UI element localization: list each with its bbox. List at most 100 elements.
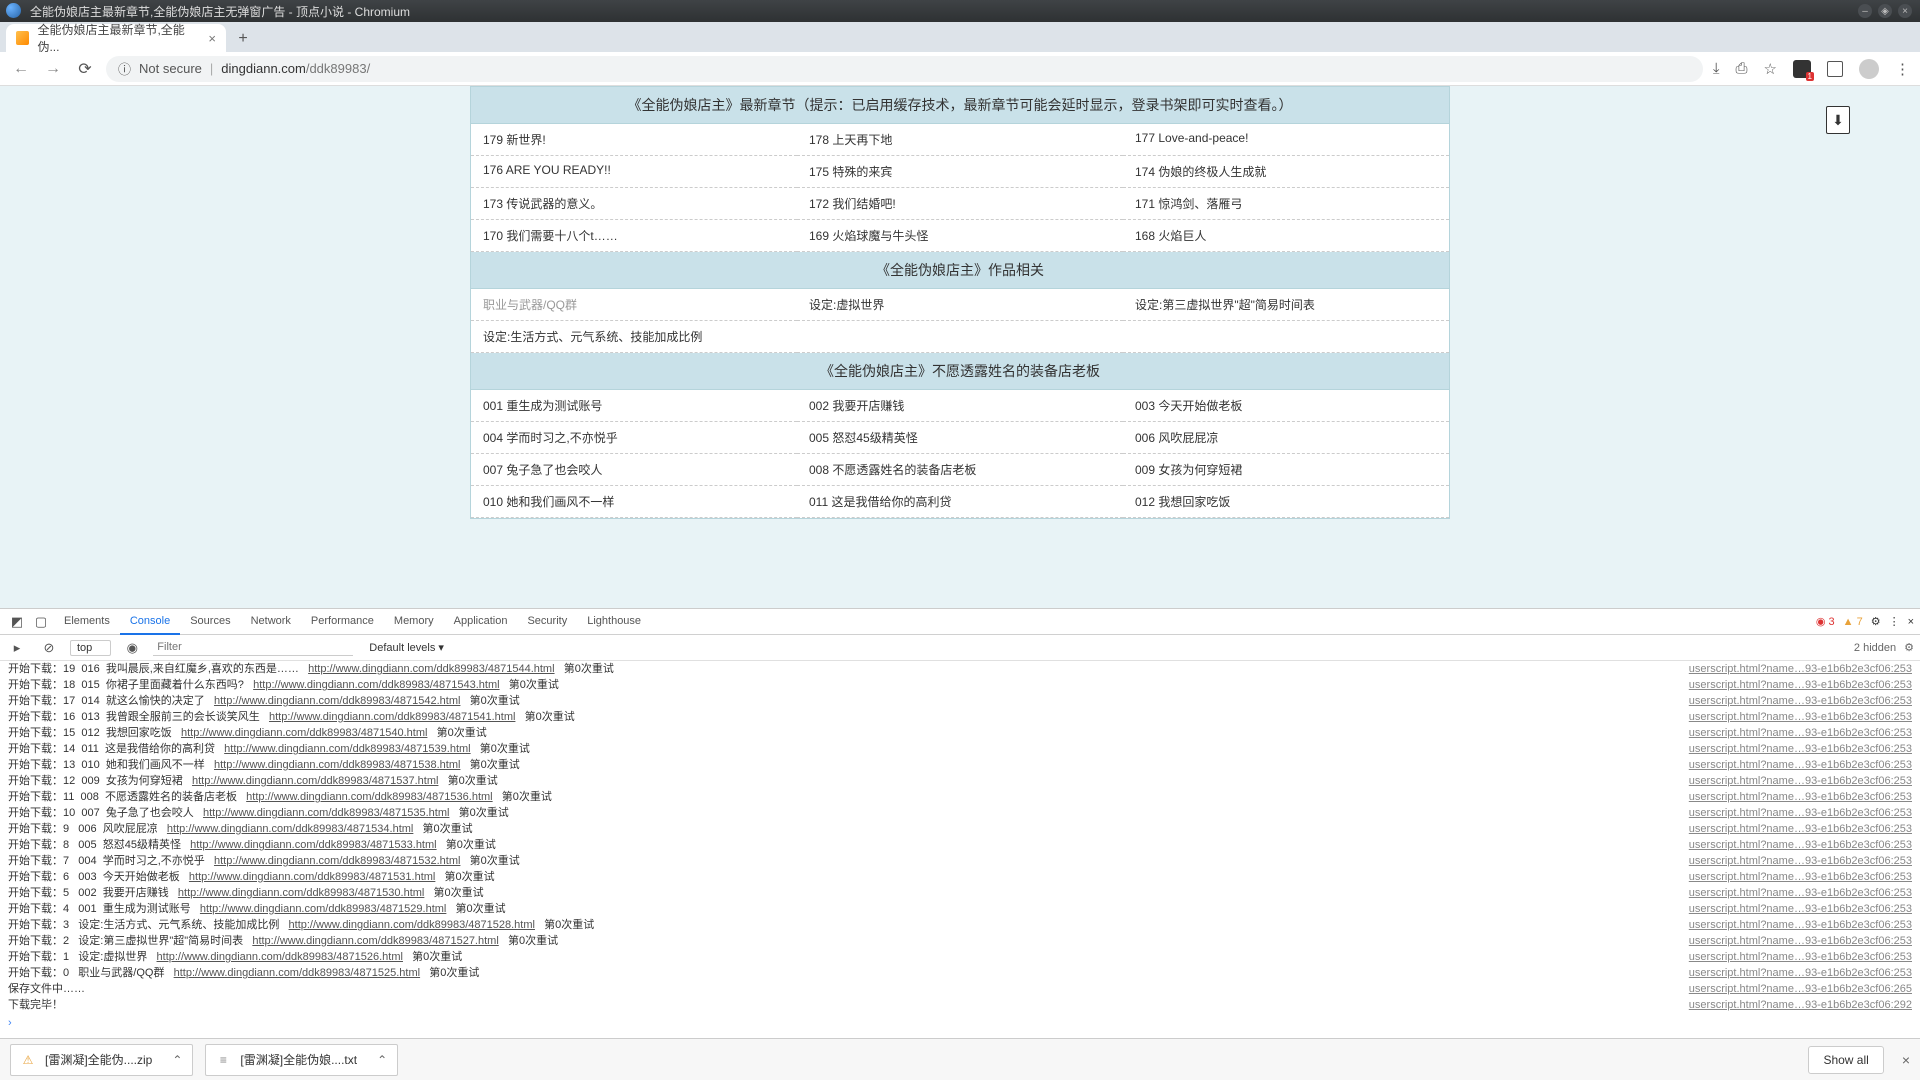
log-source-link[interactable]: userscript.html?name…93-e1b6b2e3cf06:253: [1689, 822, 1912, 836]
log-url-link[interactable]: http://www.dingdiann.com/ddk89983/487152…: [200, 903, 446, 915]
console-prompt[interactable]: ›: [0, 1013, 1920, 1033]
chapter-link[interactable]: 003 今天开始做老板: [1123, 390, 1449, 422]
console-settings-icon[interactable]: ⚙: [1904, 641, 1914, 654]
back-button[interactable]: ←: [10, 58, 32, 80]
devtools-tab-security[interactable]: Security: [517, 609, 577, 635]
log-source-link[interactable]: userscript.html?name…93-e1b6b2e3cf06:253: [1689, 950, 1912, 964]
error-count[interactable]: ◉ 3: [1816, 615, 1835, 628]
warning-count[interactable]: ▲ 7: [1843, 616, 1863, 628]
forward-button[interactable]: →: [42, 58, 64, 80]
chapter-link[interactable]: 171 惊鸿剑、落雁弓: [1123, 188, 1449, 220]
inspect-icon[interactable]: ◩: [6, 614, 28, 630]
download-item[interactable]: ≡ [雷渊凝]全能伪娘....txt ⌃: [205, 1044, 398, 1076]
settings-icon[interactable]: ⚙: [1871, 615, 1881, 628]
filter-input[interactable]: [153, 639, 353, 656]
devtools-close-icon[interactable]: ×: [1908, 616, 1914, 628]
url-box[interactable]: ⓘ Not secure | dingdiann.com/ddk89983/: [106, 56, 1703, 82]
new-tab-button[interactable]: +: [230, 26, 256, 52]
clear-console-icon[interactable]: ⊘: [38, 640, 60, 656]
maximize-button[interactable]: ◈: [1878, 4, 1892, 18]
chapter-link[interactable]: 173 传说武器的意义。: [471, 188, 797, 220]
log-url-link[interactable]: http://www.dingdiann.com/ddk89983/487153…: [214, 855, 460, 867]
chapter-link[interactable]: 008 不愿透露姓名的装备店老板: [797, 454, 1123, 486]
log-source-link[interactable]: userscript.html?name…93-e1b6b2e3cf06:253: [1689, 918, 1912, 932]
log-url-link[interactable]: http://www.dingdiann.com/ddk89983/487154…: [308, 663, 554, 675]
chapter-link[interactable]: 170 我们需要十八个t……: [471, 220, 797, 252]
chapter-link[interactable]: 010 她和我们画风不一样: [471, 486, 797, 518]
chevron-up-icon[interactable]: ⌃: [172, 1053, 182, 1067]
log-url-link[interactable]: http://www.dingdiann.com/ddk89983/487153…: [224, 743, 470, 755]
log-source-link[interactable]: userscript.html?name…93-e1b6b2e3cf06:253: [1689, 774, 1912, 788]
show-all-button[interactable]: Show all: [1808, 1046, 1883, 1074]
chapter-link[interactable]: [1123, 321, 1449, 353]
chapter-link[interactable]: 011 这是我借给你的高利贷: [797, 486, 1123, 518]
log-url-link[interactable]: http://www.dingdiann.com/ddk89983/487153…: [167, 823, 413, 835]
chapter-link[interactable]: 001 重生成为测试账号: [471, 390, 797, 422]
eye-icon[interactable]: ◉: [121, 640, 143, 656]
translate-icon[interactable]: ⎙: [1736, 60, 1748, 77]
chapter-link[interactable]: 177 Love-and-peace!: [1123, 124, 1449, 156]
chapter-link[interactable]: 004 学而时习之,不亦悦乎: [471, 422, 797, 454]
chapter-link[interactable]: 168 火焰巨人: [1123, 220, 1449, 252]
log-url-link[interactable]: http://www.dingdiann.com/ddk89983/487152…: [289, 919, 535, 931]
devtools-tab-network[interactable]: Network: [241, 609, 301, 635]
log-url-link[interactable]: http://www.dingdiann.com/ddk89983/487152…: [174, 967, 420, 979]
log-source-link[interactable]: userscript.html?name…93-e1b6b2e3cf06:253: [1689, 902, 1912, 916]
log-url-link[interactable]: http://www.dingdiann.com/ddk89983/487154…: [181, 727, 427, 739]
minimize-button[interactable]: –: [1858, 4, 1872, 18]
log-source-link[interactable]: userscript.html?name…93-e1b6b2e3cf06:253: [1689, 854, 1912, 868]
devtools-tab-sources[interactable]: Sources: [180, 609, 240, 635]
log-url-link[interactable]: http://www.dingdiann.com/ddk89983/487152…: [157, 951, 403, 963]
console-sidebar-icon[interactable]: ▸: [6, 640, 28, 656]
log-url-link[interactable]: http://www.dingdiann.com/ddk89983/487153…: [178, 887, 424, 899]
chapter-link[interactable]: 169 火焰球魔与牛头怪: [797, 220, 1123, 252]
devtools-tab-application[interactable]: Application: [444, 609, 518, 635]
close-button[interactable]: ×: [1898, 4, 1912, 18]
log-url-link[interactable]: http://www.dingdiann.com/ddk89983/487153…: [189, 871, 435, 883]
devtools-tab-lighthouse[interactable]: Lighthouse: [577, 609, 651, 635]
log-url-link[interactable]: http://www.dingdiann.com/ddk89983/487153…: [192, 775, 438, 787]
log-source-link[interactable]: userscript.html?name…93-e1b6b2e3cf06:253: [1689, 886, 1912, 900]
bookmark-icon[interactable]: ☆: [1764, 60, 1777, 78]
device-icon[interactable]: ▢: [30, 614, 52, 630]
log-url-link[interactable]: http://www.dingdiann.com/ddk89983/487152…: [252, 935, 498, 947]
log-url-link[interactable]: http://www.dingdiann.com/ddk89983/487153…: [203, 807, 449, 819]
log-source-link[interactable]: userscript.html?name…93-e1b6b2e3cf06:253: [1689, 710, 1912, 724]
log-url-link[interactable]: http://www.dingdiann.com/ddk89983/487154…: [214, 695, 460, 707]
chapter-link[interactable]: 007 兔子急了也会咬人: [471, 454, 797, 486]
log-source-link[interactable]: userscript.html?name…93-e1b6b2e3cf06:253: [1689, 694, 1912, 708]
chapter-link[interactable]: 002 我要开店赚钱: [797, 390, 1123, 422]
chapter-link[interactable]: 职业与武器/QQ群: [471, 289, 797, 321]
browser-tab[interactable]: 全能伪娘店主最新章节,全能伪... ×: [6, 24, 226, 52]
devtools-tab-memory[interactable]: Memory: [384, 609, 444, 635]
download-item[interactable]: ⚠ [雷渊凝]全能伪....zip ⌃: [10, 1044, 193, 1076]
devtools-tab-performance[interactable]: Performance: [301, 609, 384, 635]
download-icon[interactable]: ⤓: [1713, 60, 1720, 77]
extension-icon[interactable]: 1: [1793, 60, 1811, 78]
chapter-link[interactable]: 设定:生活方式、元气系统、技能加成比例: [471, 321, 797, 353]
hidden-count[interactable]: 2 hidden: [1854, 642, 1896, 654]
chapter-link[interactable]: 012 我想回家吃饭: [1123, 486, 1449, 518]
log-source-link[interactable]: userscript.html?name…93-e1b6b2e3cf06:253: [1689, 678, 1912, 692]
chapter-link[interactable]: 175 特殊的来宾: [797, 156, 1123, 188]
log-source-link[interactable]: userscript.html?name…93-e1b6b2e3cf06:253: [1689, 838, 1912, 852]
log-url-link[interactable]: http://www.dingdiann.com/ddk89983/487153…: [246, 791, 492, 803]
download-badge-icon[interactable]: ⬇: [1826, 106, 1850, 134]
chapter-link[interactable]: 174 伪娘的终极人生成就: [1123, 156, 1449, 188]
levels-select[interactable]: Default levels ▾: [363, 640, 462, 655]
chapter-link[interactable]: 005 怒怼45级精英怪: [797, 422, 1123, 454]
chevron-up-icon[interactable]: ⌃: [377, 1053, 387, 1067]
profile-icon[interactable]: [1859, 59, 1879, 79]
log-url-link[interactable]: http://www.dingdiann.com/ddk89983/487154…: [269, 711, 515, 723]
log-source-link[interactable]: userscript.html?name…93-e1b6b2e3cf06:253: [1689, 726, 1912, 740]
log-source-link[interactable]: userscript.html?name…93-e1b6b2e3cf06:253: [1689, 806, 1912, 820]
log-source-link[interactable]: userscript.html?name…93-e1b6b2e3cf06:265: [1689, 982, 1912, 996]
devtools-tab-console[interactable]: Console: [120, 609, 180, 635]
log-source-link[interactable]: userscript.html?name…93-e1b6b2e3cf06:292: [1689, 998, 1912, 1012]
log-source-link[interactable]: userscript.html?name…93-e1b6b2e3cf06:253: [1689, 966, 1912, 980]
chapter-link[interactable]: 179 新世界!: [471, 124, 797, 156]
log-source-link[interactable]: userscript.html?name…93-e1b6b2e3cf06:253: [1689, 742, 1912, 756]
context-select[interactable]: top: [70, 640, 111, 656]
log-source-link[interactable]: userscript.html?name…93-e1b6b2e3cf06:253: [1689, 758, 1912, 772]
chapter-link[interactable]: 设定:虚拟世界: [797, 289, 1123, 321]
